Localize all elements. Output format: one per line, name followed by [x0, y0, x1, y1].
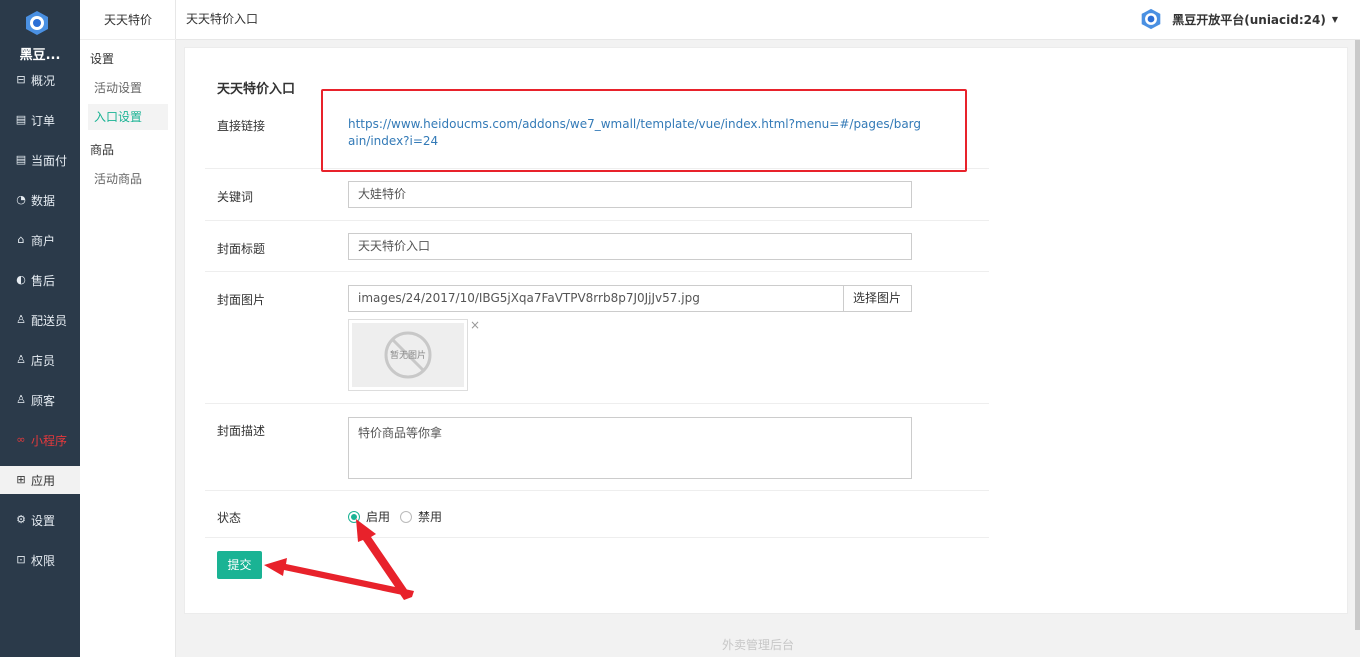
annotation-arrows — [264, 519, 414, 600]
